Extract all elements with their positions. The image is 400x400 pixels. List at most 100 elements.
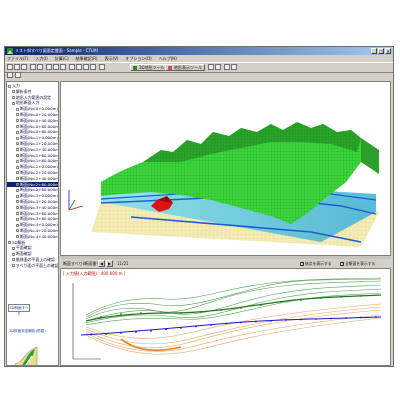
tree-item-label: 断面(No.4+20.000m) — [20, 227, 59, 233]
tree-node-icon — [16, 223, 19, 227]
tree-item-label: 断面(No.1+40.000m) — [20, 146, 59, 152]
tree-node-icon — [16, 125, 19, 129]
app-window: ミスト斜すべり図面定盤面 - Sample - CTLMI _ □ × ファイル… — [4, 46, 394, 367]
show-all-sections-checkbox[interactable]: ✓ 全断面を表示する — [340, 261, 375, 267]
copy-icon[interactable] — [53, 64, 59, 70]
tree-item-label: 断面(No.0+20.000m) — [20, 111, 59, 117]
tree-expand-icon[interactable] — [15, 72, 21, 78]
reset-view-icon[interactable] — [231, 64, 237, 70]
chart-icon[interactable] — [76, 64, 82, 70]
tree-node-icon — [16, 148, 19, 152]
save-icon[interactable] — [21, 64, 27, 70]
print-icon[interactable] — [30, 64, 36, 70]
terrain-view-icon — [168, 65, 172, 70]
table-icon[interactable] — [90, 64, 96, 70]
input-tree-panel: 入力 解析条件 地形入力範囲の設定 地形断面入力 断面(No.0+0.000m) 断面(N… — [6, 81, 59, 366]
section-page-indicator: 11/21 — [117, 261, 129, 266]
tree-node-icon — [16, 235, 19, 239]
tree-item-label: 入力 — [12, 83, 20, 88]
menu-result[interactable]: 結果確認(R) — [76, 55, 98, 62]
show-nodes-check-box[interactable]: ✓ — [300, 262, 304, 266]
tree-item-label: 地形断面入力 — [16, 100, 40, 106]
menu-option[interactable]: オプション(O) — [125, 55, 151, 62]
tree-item-label: 断面(No.0+60.000m) — [20, 123, 59, 129]
prev-section-button[interactable]: ◀ — [98, 260, 105, 267]
tree-item-label: 断面(No.3+80.000m) — [20, 216, 59, 222]
slope-icon — [14, 346, 38, 365]
tree-node-icon — [16, 171, 19, 175]
tree-item-label: 断面(No.4+40.000m) — [20, 233, 59, 239]
tree-node-icon — [8, 241, 11, 245]
tree-item-label: 断面(No.2+60.000m) — [20, 181, 59, 187]
tree-node-icon — [8, 84, 11, 88]
new-file-icon[interactable] — [7, 64, 13, 70]
zoom-out-icon[interactable] — [215, 64, 221, 70]
tree-node-icon — [12, 246, 15, 250]
tree-node-icon — [16, 183, 19, 187]
maximize-button[interactable]: □ — [378, 48, 384, 54]
menu-file[interactable]: ファイル(F) — [7, 55, 28, 62]
tree-node-icon — [16, 159, 19, 163]
tree-node-icon — [16, 206, 19, 210]
tree-item[interactable]: すべり面の平面上の確認 — [7, 262, 59, 269]
minimize-button[interactable]: _ — [371, 48, 377, 54]
tree-node-icon — [16, 130, 19, 134]
tree-node-icon — [16, 113, 19, 117]
tree-node-icon — [16, 107, 19, 111]
tree-item-label: 平面確認 — [16, 245, 32, 251]
next-section-button[interactable]: ▶ — [106, 260, 113, 267]
tree-node-icon — [12, 252, 15, 256]
tree-node-icon — [16, 200, 19, 204]
tree-node-icon — [16, 154, 19, 158]
tree-item-label: 断面(No.0+80.000m) — [20, 129, 59, 135]
show-nodes-checkbox[interactable]: ✓ 格点を表示する — [300, 261, 332, 267]
tree-item-label: 断面(No.0+40.000m) — [20, 117, 59, 123]
section-chart-view[interactable]: [ 入力値(入力範囲) : 400.000 m ] — [60, 268, 391, 366]
tree-item-label: 断面(No.1+20.000m) — [20, 140, 59, 146]
tree-item-label: 断面(No.2+0.000m) — [20, 164, 58, 170]
window-title: ミスト斜すべり図面定盤面 - Sample - CTLMI — [15, 48, 98, 53]
analysis-caption: 3D斜面安定解析(簡易) — [9, 329, 46, 333]
tree-node-icon — [16, 165, 19, 169]
tree-node-icon — [16, 188, 19, 192]
tree-item-label: 断面(No.3+60.000m) — [20, 210, 59, 216]
tree-node-icon — [12, 90, 15, 94]
tree-toggle-icon[interactable] — [7, 72, 13, 78]
sub-toolbar — [5, 72, 65, 80]
menu-bar: ファイル(F) 入力(I) 計算(C) 結果確認(R) 表示(V) オプション(… — [5, 55, 393, 62]
show-nodes-label: 格点を表示する — [305, 261, 332, 266]
terrain-3d-tool-button[interactable]: 3D地形ツール — [130, 64, 168, 71]
calc-icon[interactable] — [69, 64, 75, 70]
menu-calc[interactable]: 計算(C) — [55, 55, 69, 62]
show-all-check-box[interactable]: ✓ — [340, 262, 344, 266]
title-bar: ミスト斜すべり図面定盤面 - Sample - CTLMI _ □ × — [5, 47, 393, 55]
tree-item-label: 断面(No.3+40.000m) — [20, 204, 59, 210]
tree-node-icon — [16, 217, 19, 221]
tree-item-label: 断面(No.2+40.000m) — [20, 175, 59, 181]
rotate-icon[interactable] — [224, 64, 230, 70]
terrain-view-tool-button[interactable]: 地形表示ツール — [165, 64, 205, 71]
menu-input[interactable]: 入力(I) — [35, 55, 47, 62]
close-button[interactable]: × — [385, 48, 391, 54]
zoom-in-icon[interactable] — [208, 64, 214, 70]
tree-item-label: 3D解析 — [12, 239, 26, 245]
terrain-3d-canvas — [68, 122, 379, 247]
terrain-3d-view[interactable] — [60, 81, 391, 256]
preview-icon[interactable] — [37, 64, 43, 70]
tree-item-label: 断面(No.1+0.000m) — [20, 135, 58, 141]
tree-item-label: 断面(No.1+60.000m) — [20, 152, 59, 158]
help-icon[interactable] — [99, 64, 105, 70]
menu-help[interactable]: ヘルプ(H) — [159, 55, 177, 62]
tree-node-icon — [16, 119, 19, 123]
tree-item-label: 解析条件 — [16, 88, 32, 94]
axis-gizmo — [68, 190, 84, 211]
paste-icon[interactable] — [60, 64, 66, 70]
tab-3d-slope[interactable]: 3D斜面すべり — [8, 304, 30, 316]
cut-icon[interactable] — [46, 64, 52, 70]
tree-item-label: すべり面の平面上の確認 — [16, 262, 59, 268]
menu-view[interactable]: 表示(V) — [105, 55, 119, 62]
tree-node-icon — [16, 212, 19, 216]
open-folder-icon[interactable] — [14, 64, 20, 70]
input-tree: 入力 解析条件 地形入力範囲の設定 地形断面入力 断面(No.0+0.000m) 断面(N… — [7, 83, 59, 269]
grid-icon[interactable] — [83, 64, 89, 70]
